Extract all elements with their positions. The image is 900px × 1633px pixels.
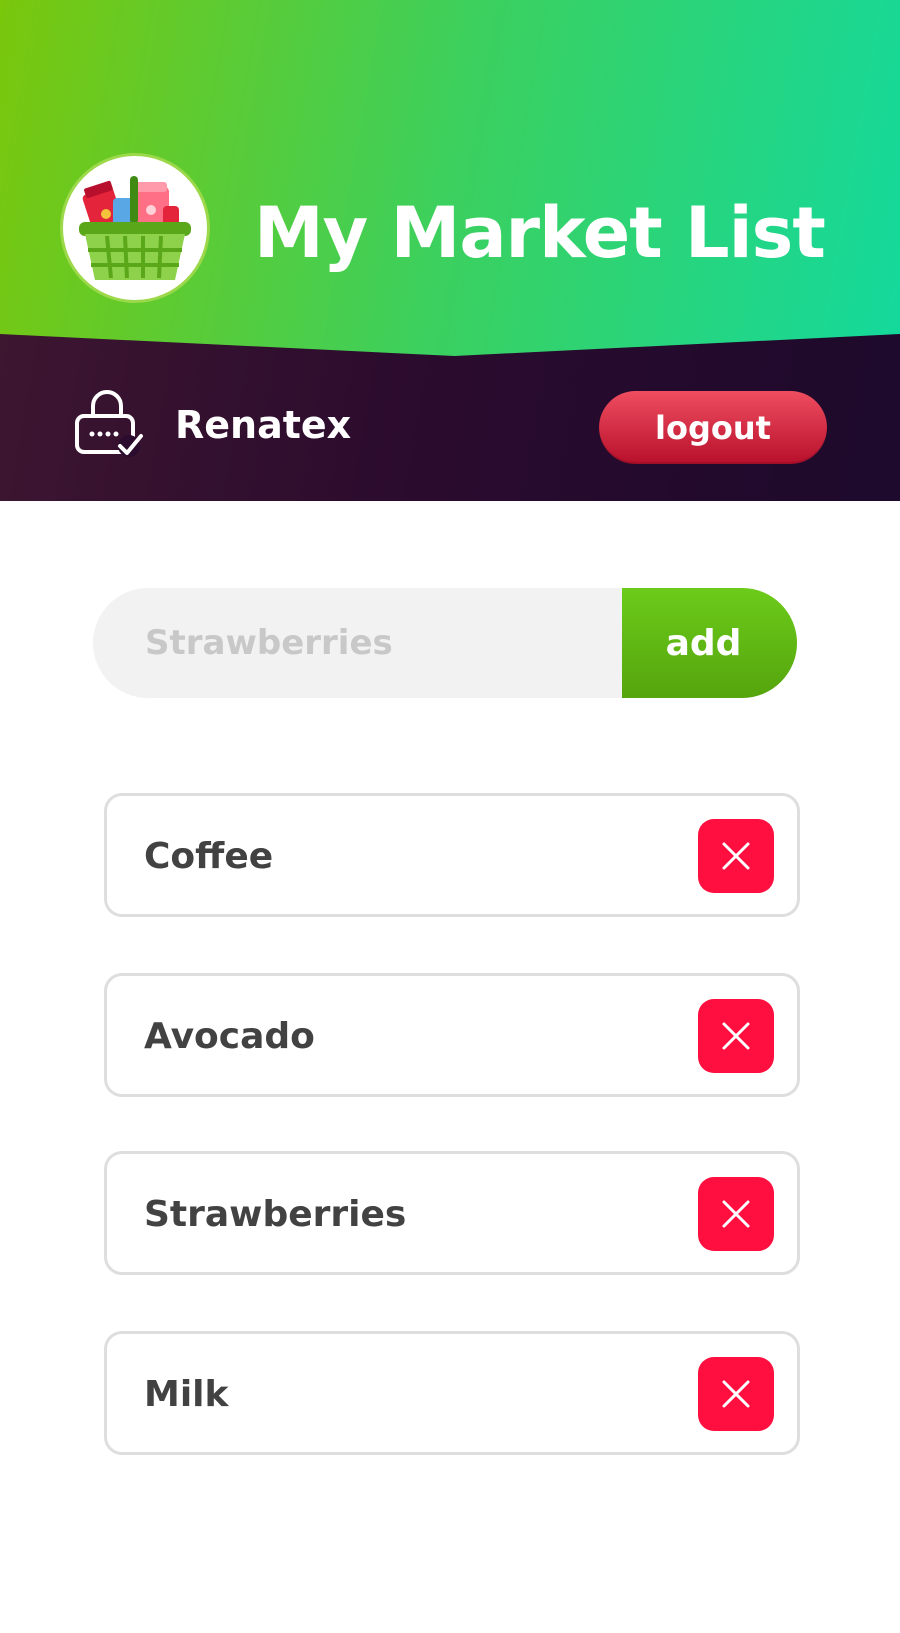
close-icon	[722, 1022, 750, 1050]
remove-item-button[interactable]	[698, 1177, 774, 1251]
username: Renatex	[175, 403, 352, 447]
list-item: Avocado	[104, 973, 800, 1097]
close-icon	[722, 1200, 750, 1228]
add-button[interactable]: add	[622, 588, 797, 698]
item-input[interactable]	[93, 588, 653, 698]
close-icon	[722, 1380, 750, 1408]
lock-check-icon	[75, 390, 143, 457]
logout-button[interactable]: logout	[599, 391, 827, 464]
close-icon	[722, 842, 750, 870]
remove-item-button[interactable]	[698, 999, 774, 1073]
shopping-basket-icon	[79, 176, 191, 280]
app-logo	[63, 156, 207, 300]
remove-item-button[interactable]	[698, 1357, 774, 1431]
market-list: Coffee Avocado Strawberries Milk	[104, 793, 800, 1511]
app-title: My Market List	[254, 192, 826, 274]
list-item: Strawberries	[104, 1151, 800, 1275]
list-item: Coffee	[104, 793, 800, 917]
item-label: Milk	[144, 1374, 229, 1415]
list-item: Milk	[104, 1331, 800, 1455]
add-item-form: add	[93, 588, 797, 698]
item-label: Avocado	[144, 1016, 315, 1057]
remove-item-button[interactable]	[698, 819, 774, 893]
item-label: Coffee	[144, 836, 274, 877]
item-label: Strawberries	[144, 1194, 407, 1235]
app-header: My Market List	[0, 0, 900, 360]
